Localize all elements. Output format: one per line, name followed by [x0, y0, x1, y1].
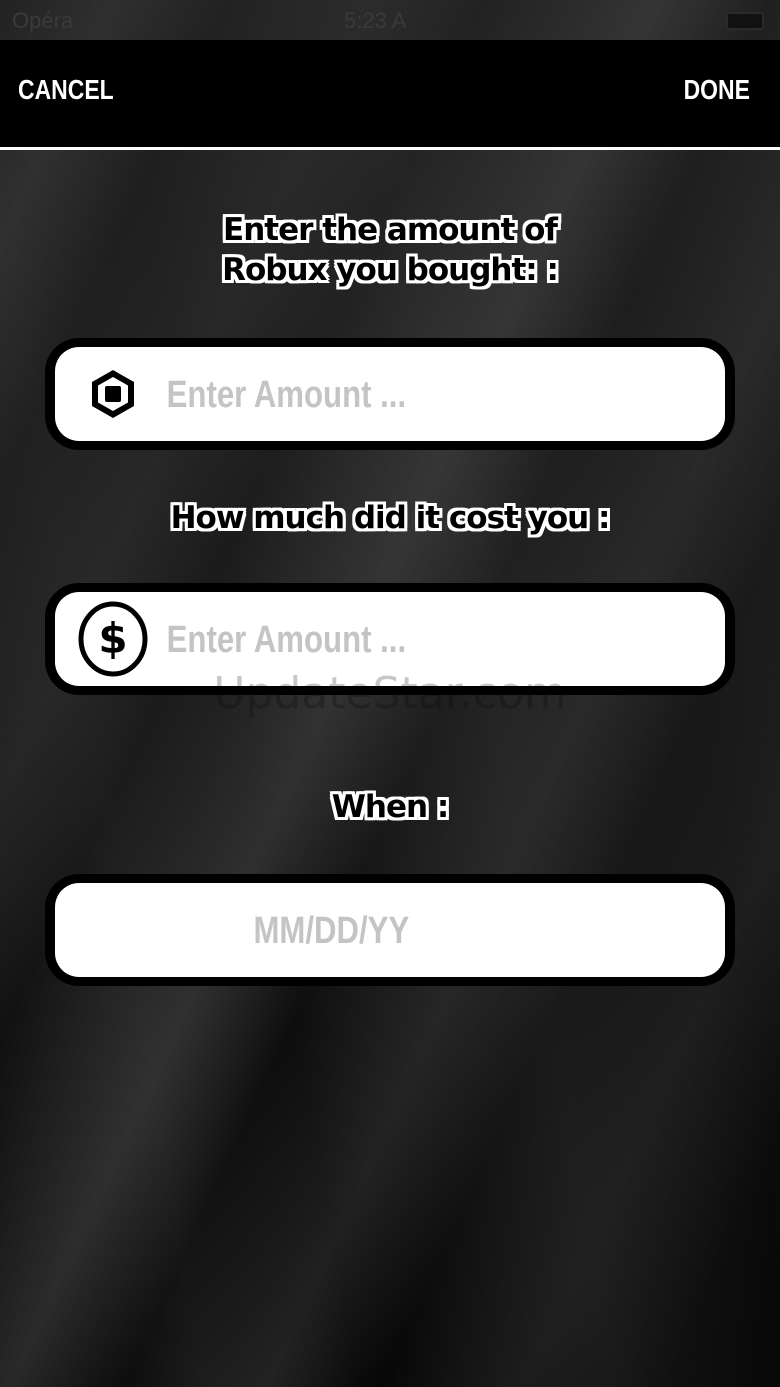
date-input[interactable] [55, 883, 608, 979]
robux-amount-input[interactable] [165, 347, 612, 443]
done-button[interactable]: DONE [684, 74, 750, 106]
status-bar: Opéra 5:23 A [0, 0, 780, 40]
cost-label: How much did it cost you : [170, 500, 611, 536]
robux-amount-field-box[interactable] [55, 347, 725, 443]
when-label: When : [331, 789, 450, 825]
robux-amount-label-line1: Enter the amount of [223, 212, 558, 248]
robux-amount-label: Enter the amount of Robux you bought: : [0, 210, 780, 290]
status-carrier: Opéra [12, 8, 74, 33]
nav-bar: CANCEL DONE [0, 40, 780, 148]
dollar-icon: $ [78, 601, 148, 677]
cost-field: $ [45, 583, 735, 695]
cost-input[interactable] [165, 592, 612, 688]
robux-amount-label-line2: Robux you bought: : [222, 252, 559, 288]
robux-amount-field [45, 338, 735, 450]
app-screen: Opéra 5:23 A CANCEL DONE Enter the amoun… [0, 0, 780, 1387]
robux-icon [92, 370, 134, 418]
cost-field-box[interactable]: $ [55, 592, 725, 688]
battery-icon [726, 12, 764, 30]
svg-text:$: $ [98, 614, 127, 663]
date-field [45, 874, 735, 986]
nav-divider [0, 147, 780, 150]
date-field-box[interactable] [55, 883, 725, 979]
cancel-button[interactable]: CANCEL [18, 74, 114, 106]
status-time: 5:23 A [344, 8, 407, 33]
